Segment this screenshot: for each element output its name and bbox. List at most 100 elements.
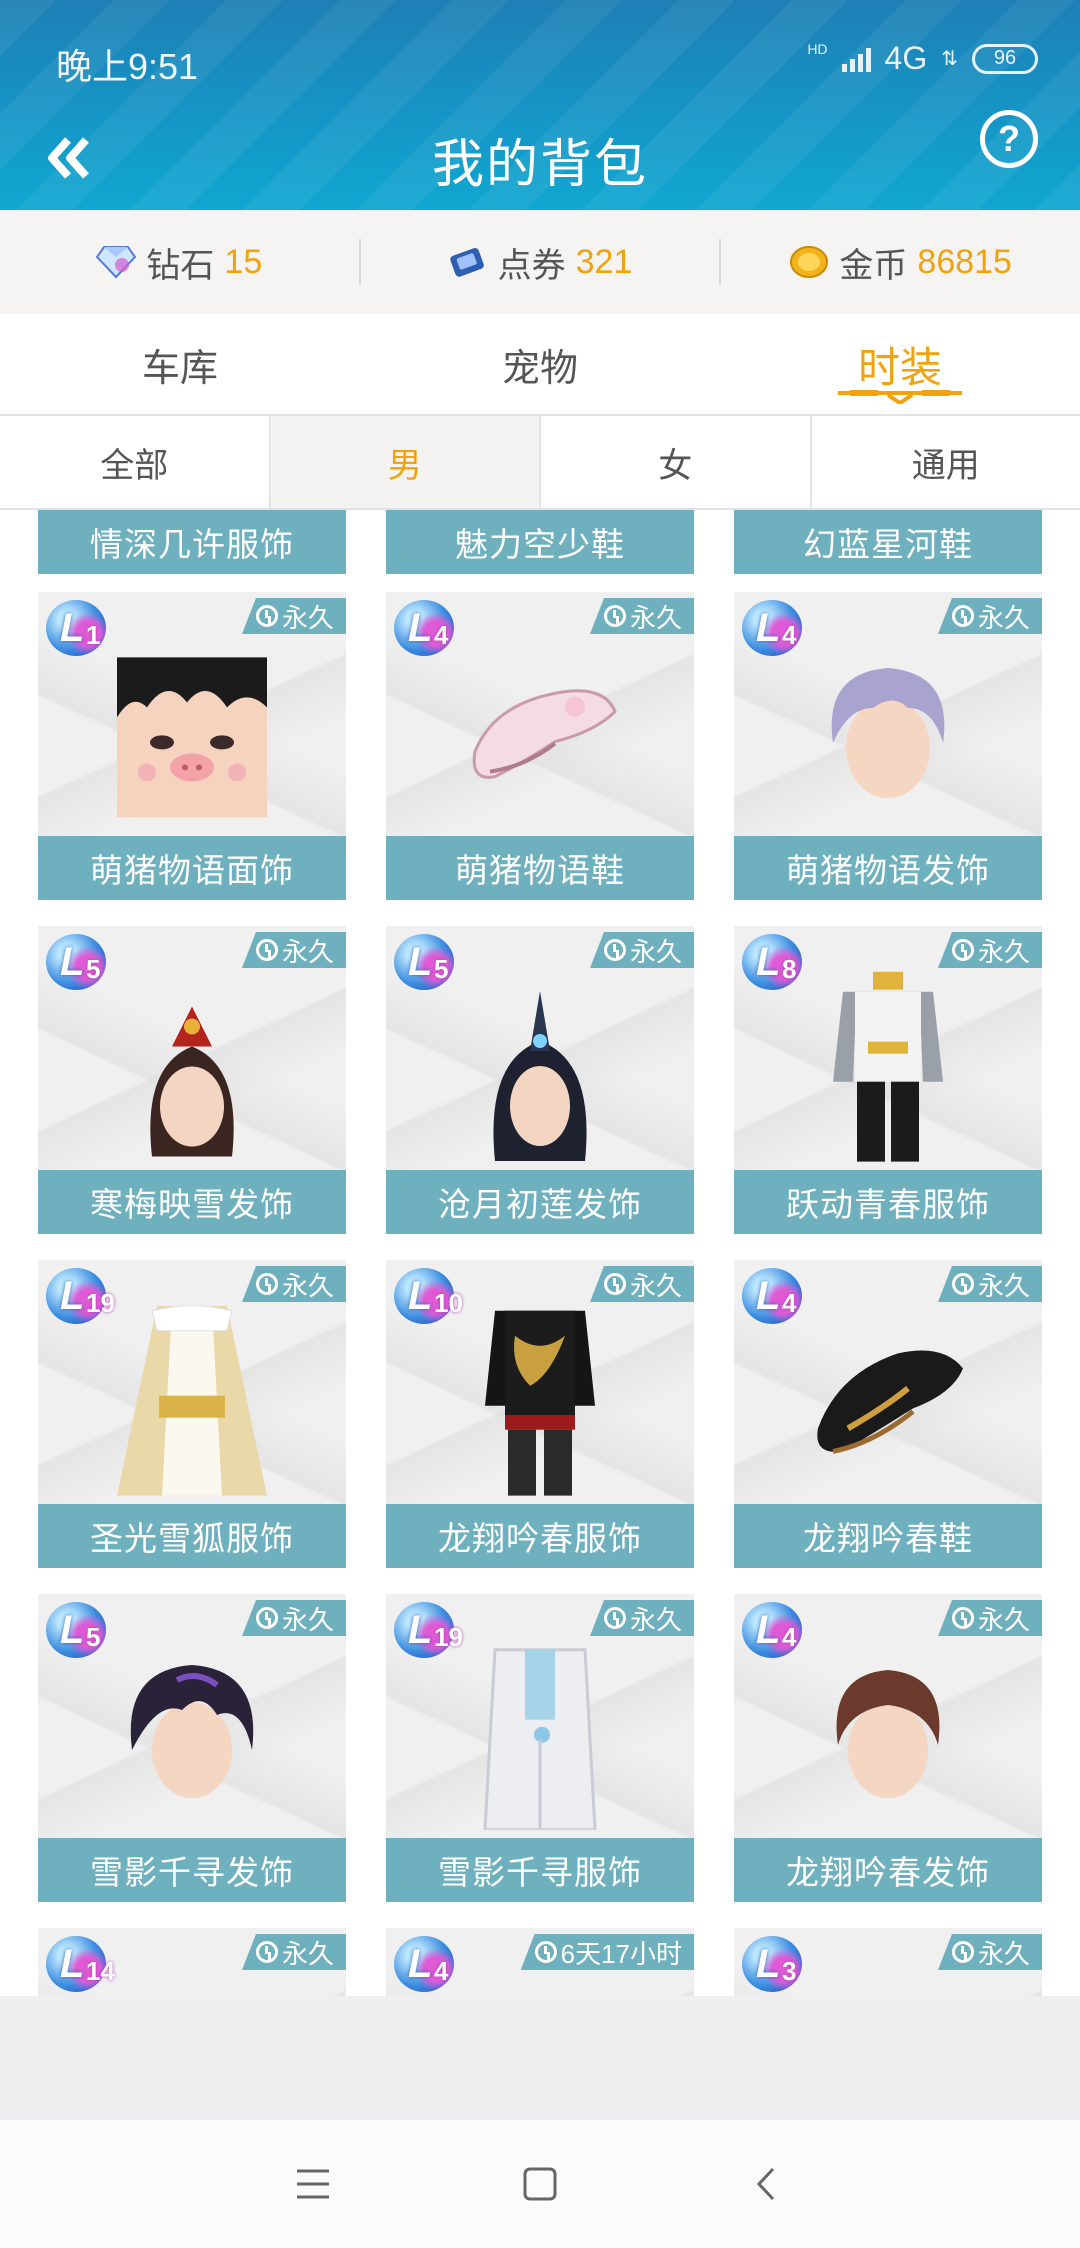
menu-button[interactable]: [283, 2154, 343, 2214]
tab-fashion[interactable]: 时装: [720, 314, 1080, 414]
tab-pets[interactable]: 宠物: [360, 314, 720, 414]
clock-icon: [255, 605, 278, 627]
currency-diamond: 钻石 15: [0, 238, 359, 287]
item-card[interactable]: L4 永久 龙翔吟春发饰: [734, 1594, 1042, 1902]
level-badge: L3: [742, 1936, 814, 1996]
black-shoe-icon: [817, 1350, 963, 1454]
duration-badge: 永久: [241, 1600, 346, 1636]
item-duration: 永久: [281, 936, 334, 967]
item-level: 8: [782, 954, 797, 984]
item-duration: 永久: [281, 1938, 334, 1969]
item-card[interactable]: L5 永久 雪影千寻发饰: [38, 1594, 346, 1902]
duration-badge: 永久: [937, 932, 1042, 968]
item-name: 圣光雪狐服饰: [38, 1504, 346, 1568]
currency-name: 钻石: [146, 246, 215, 285]
level-badge: L 19: [394, 1602, 466, 1662]
duration-badge: 永久: [937, 1266, 1042, 1302]
item-level: 14: [86, 1956, 115, 1986]
item-level: 10: [434, 1288, 463, 1318]
lilac-hair-icon: [831, 668, 945, 798]
face-mask-icon: [117, 657, 267, 818]
filter-male[interactable]: 男: [270, 416, 541, 508]
currency-name: 金币: [839, 246, 908, 285]
dark-hair-icon: [493, 991, 587, 1161]
item-card[interactable]: L1 永久 萌猪物语面饰: [38, 592, 346, 900]
item-card[interactable]: L 10 永久 龙翔吟春服饰: [386, 1260, 694, 1568]
item-card[interactable]: 幻蓝星河鞋: [734, 510, 1042, 574]
item-name: 萌猪物语面饰: [38, 836, 346, 900]
item-duration: 永久: [977, 936, 1030, 967]
item-duration: 永久: [977, 1270, 1030, 1301]
level-badge: L5: [394, 934, 466, 994]
tab-garage[interactable]: 车库: [0, 314, 360, 414]
item-duration: 永久: [629, 936, 682, 967]
item-level: 4: [782, 620, 797, 650]
network-label: 4G: [884, 40, 928, 76]
item-name: 寒梅映雪发饰: [38, 1170, 346, 1234]
crown-hair-icon: [150, 1006, 234, 1157]
clock-icon: [255, 1273, 278, 1295]
clock-icon: [603, 1607, 626, 1629]
item-level: 4: [782, 1622, 797, 1652]
currency-name: 点券: [497, 246, 566, 285]
signal-icon: [841, 46, 871, 72]
item-name: 萌猪物语发饰: [734, 836, 1042, 900]
page-title: 我的背包: [431, 136, 648, 194]
item-duration: 永久: [977, 1604, 1030, 1635]
item-card[interactable]: L4 永久 龙翔吟春鞋: [734, 1260, 1042, 1568]
level-badge: L4: [742, 1268, 814, 1328]
clock-icon: [603, 1273, 626, 1295]
item-card[interactable]: L 19 永久 圣光雪狐服饰: [38, 1260, 346, 1568]
gold-robe-icon: [117, 1305, 267, 1496]
battery-level: 96: [993, 47, 1017, 69]
currency-coin: 金币 86815: [721, 238, 1080, 287]
currency-ticket: 点券 321: [361, 238, 720, 287]
level-badge: L5: [46, 934, 118, 994]
item-card[interactable]: L 14 永久: [38, 1928, 346, 1996]
filter-all[interactable]: 全部: [0, 416, 271, 508]
item-name: 幻蓝星河鞋: [734, 510, 1042, 574]
item-card[interactable]: L8 永久 跃动青春服饰: [734, 926, 1042, 1234]
filter-female[interactable]: 女: [541, 416, 812, 508]
filter-common[interactable]: 通用: [812, 416, 1080, 508]
item-card[interactable]: L3 永久: [734, 1928, 1042, 1996]
currency-amount: 321: [575, 242, 633, 281]
item-name: 萌猪物语鞋: [386, 836, 694, 900]
data-arrows-icon: ⇅: [941, 48, 958, 70]
duration-badge: 永久: [937, 1934, 1042, 1970]
item-card[interactable]: L4 永久 萌猪物语鞋: [386, 592, 694, 900]
level-badge: L8: [742, 934, 814, 994]
duration-badge: 永久: [241, 932, 346, 968]
item-card[interactable]: L 19 永久 雪影千寻服饰: [386, 1594, 694, 1902]
item-card[interactable]: L4 6天17小时: [386, 1928, 694, 1996]
item-card[interactable]: L4 永久 萌猪物语发饰: [734, 592, 1042, 900]
clock-icon: [534, 1941, 557, 1963]
clock-icon: [951, 939, 974, 961]
item-name: 魅力空少鞋: [386, 510, 694, 574]
back-nav-button[interactable]: [737, 2154, 797, 2214]
item-card[interactable]: 魅力空少鞋: [386, 510, 694, 574]
square-home-icon: [523, 2167, 557, 2201]
item-level: 5: [86, 1622, 101, 1652]
item-name: 雪影千寻发饰: [38, 1838, 346, 1902]
help-button[interactable]: ?: [980, 110, 1038, 168]
home-button[interactable]: [510, 2154, 570, 2214]
level-badge: L5: [46, 1602, 118, 1662]
item-level: 1: [86, 620, 101, 650]
tab-label: 宠物: [501, 347, 578, 390]
level-badge: L4: [394, 1936, 466, 1996]
item-name: 雪影千寻服饰: [386, 1838, 694, 1902]
clock-icon: [603, 939, 626, 961]
item-duration: 永久: [281, 1270, 334, 1301]
item-duration: 永久: [629, 602, 682, 633]
item-duration: 永久: [977, 1938, 1030, 1969]
item-card[interactable]: L5 永久 沧月初莲发饰: [386, 926, 694, 1234]
item-duration: 永久: [281, 1604, 334, 1635]
item-card[interactable]: L5 永久 寒梅映雪发饰: [38, 926, 346, 1234]
item-card[interactable]: 情深几许服饰: [38, 510, 346, 574]
pink-shoe-icon: [472, 689, 617, 779]
duration-badge: 永久: [241, 598, 346, 634]
item-level: 4: [782, 1288, 797, 1318]
chevron-left-icon: [756, 2167, 774, 2201]
level-badge: L 10: [394, 1268, 466, 1328]
